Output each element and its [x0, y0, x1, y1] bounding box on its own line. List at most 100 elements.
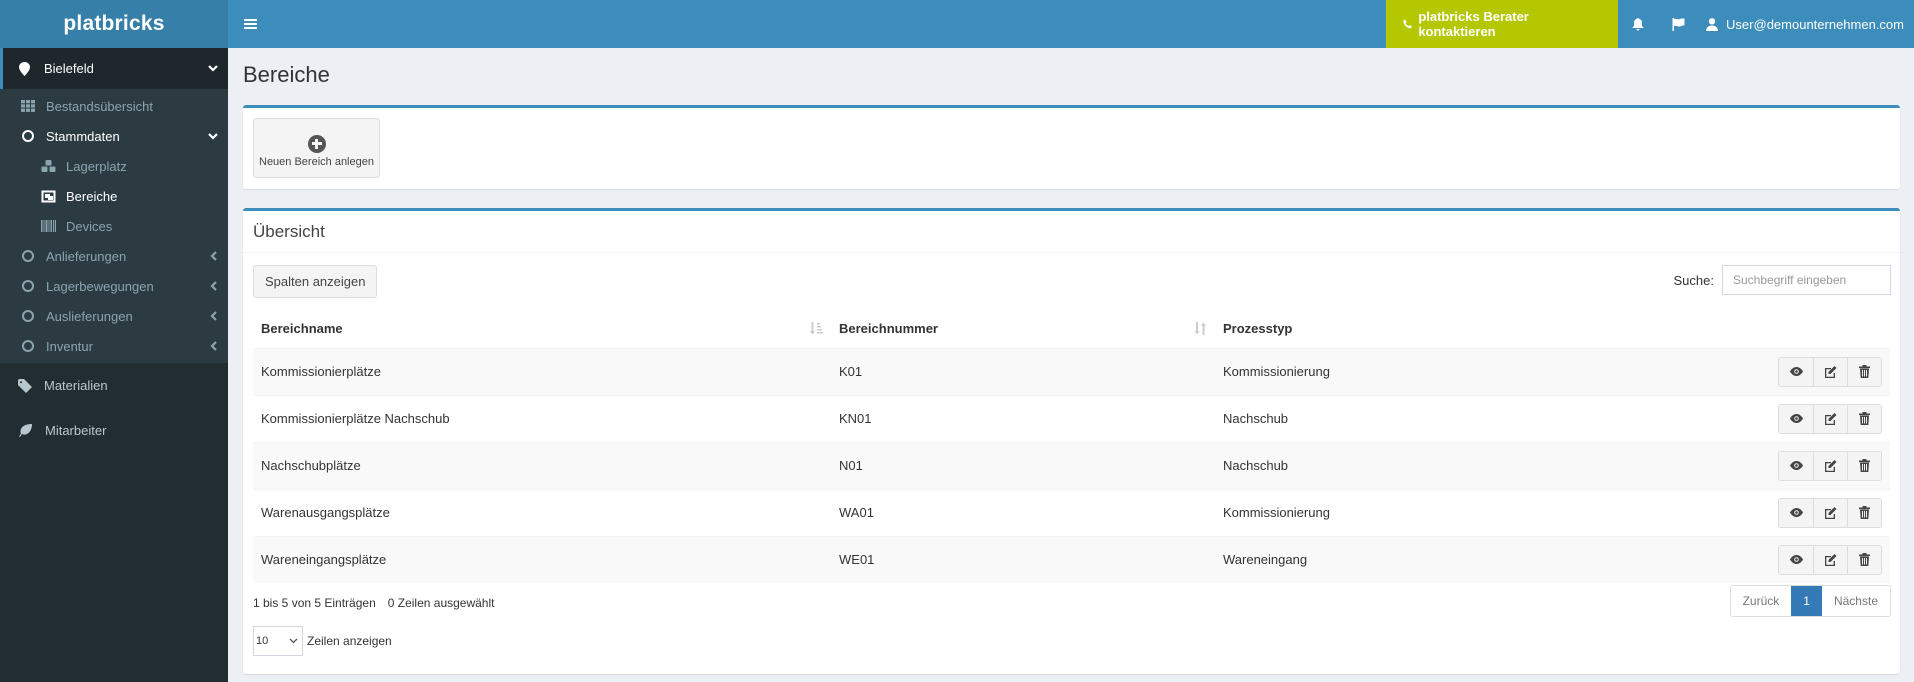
view-button[interactable] [1779, 545, 1813, 574]
sidebar-item-bestandsuebersicht[interactable]: Bestandsübersicht [0, 91, 228, 121]
eye-icon [1789, 555, 1803, 565]
sidebar-toggle-button[interactable] [228, 0, 272, 48]
sidebar-item-auslieferungen[interactable]: Auslieferungen [0, 301, 228, 331]
column-header-prozesstyp[interactable]: Prozesstyp [1215, 310, 1770, 348]
delete-button[interactable] [1847, 404, 1881, 433]
delete-button[interactable] [1847, 357, 1881, 386]
delete-button[interactable] [1847, 451, 1881, 480]
sidebar-item-label: Bereiche [66, 188, 118, 204]
table-row[interactable]: Kommissionierplätze Nachschub KN01 Nachsch… [253, 394, 1890, 442]
chevron-left-icon [198, 311, 228, 321]
edit-button[interactable] [1813, 357, 1847, 386]
notifications-button[interactable] [1618, 0, 1658, 48]
table-row[interactable]: Wareneingangsplätze WE01 Wareneingang [253, 535, 1890, 583]
overview-box: Übersicht Spalten anzeigen Suche: Bereic… [243, 208, 1900, 674]
sidebar-item-bereiche[interactable]: Bereiche [0, 181, 228, 211]
column-header-bereichname[interactable]: Bereichname [253, 310, 831, 348]
eye-icon [1789, 414, 1803, 423]
view-button[interactable] [1779, 404, 1813, 433]
trash-icon [1859, 365, 1870, 378]
table-row[interactable]: Nachschubplätze N01 Nachschub [253, 441, 1890, 489]
cell-prozesstyp: Kommissionierung [1215, 347, 1770, 395]
sidebar-item-stammdaten[interactable]: Stammdaten [0, 121, 228, 151]
sidebar-item-label: Inventur [46, 338, 93, 354]
cell-bereichname: Warenausgangsplätze [253, 488, 831, 536]
sidebar-item-devices[interactable]: Devices [0, 211, 228, 241]
edit-icon [1824, 365, 1837, 378]
actions-box: Neuen Bereich anlegen [243, 105, 1900, 189]
page-length-select[interactable]: 10 [253, 626, 303, 656]
location-submenu: Bestandsübersicht Stammdaten Lagerplatz … [0, 89, 228, 363]
pagination-page-button[interactable]: 1 [1791, 586, 1822, 616]
edit-icon [1824, 459, 1837, 472]
delete-button[interactable] [1847, 498, 1881, 527]
cell-bereichnummer: WE01 [831, 535, 1215, 583]
pagination: Zurück 1 Nächste [1729, 585, 1891, 617]
show-columns-button[interactable]: Spalten anzeigen [253, 265, 378, 298]
edit-button[interactable] [1813, 498, 1847, 527]
table-row[interactable]: Warenausgangsplätze WA01 Kommissionierung [253, 488, 1890, 536]
edit-icon [1824, 553, 1837, 566]
view-button[interactable] [1779, 498, 1813, 527]
view-button[interactable] [1779, 451, 1813, 480]
edit-button[interactable] [1813, 451, 1847, 480]
edit-button[interactable] [1813, 545, 1847, 574]
sidebar-item-lagerbewegungen[interactable]: Lagerbewegungen [0, 271, 228, 301]
user-menu[interactable]: User@demounternehmen.com [1698, 0, 1914, 48]
cell-actions [1770, 488, 1890, 536]
logo[interactable]: platbricks [0, 0, 228, 48]
row-action-group [1778, 450, 1882, 481]
cell-actions [1770, 394, 1890, 442]
page-length-label: Zeilen anzeigen [307, 634, 392, 648]
location-selector[interactable]: Bielefeld [0, 48, 228, 89]
sidebar-item-anlieferungen[interactable]: Anlieferungen [0, 241, 228, 271]
sidebar-item-lagerplatz[interactable]: Lagerplatz [0, 151, 228, 181]
map-marker-icon [19, 61, 30, 76]
sidebar-item-label: Devices [66, 218, 113, 234]
trash-icon [1859, 459, 1870, 472]
overview-title: Übersicht [243, 211, 1900, 253]
sidebar-item-mitarbeiter[interactable]: Mitarbeiter [0, 408, 228, 453]
column-header-actions [1770, 310, 1890, 348]
new-area-button[interactable]: Neuen Bereich anlegen [253, 118, 380, 178]
search-area: Suche: [1674, 265, 1891, 295]
delete-button[interactable] [1847, 545, 1881, 574]
sidebar-item-label: Stammdaten [46, 128, 120, 144]
top-navbar: platbricks platbricks Berater kontaktier… [0, 0, 1914, 48]
search-input[interactable] [1722, 265, 1891, 295]
edit-button[interactable] [1813, 404, 1847, 433]
user-email: User@demounternehmen.com [1726, 16, 1904, 32]
row-action-group [1778, 356, 1882, 387]
cell-prozesstyp: Wareneingang [1215, 535, 1770, 583]
chevron-down-icon [198, 132, 228, 140]
page-length-value: 10 [256, 635, 269, 647]
column-header-bereichnummer[interactable]: Bereichnummer [831, 310, 1215, 348]
cell-actions [1770, 441, 1890, 489]
sidebar-item-inventur[interactable]: Inventur [0, 331, 228, 361]
sidebar-item-materialien[interactable]: Materialien [0, 363, 228, 408]
row-action-group [1778, 497, 1882, 528]
cell-bereichnummer: KN01 [831, 394, 1215, 442]
areas-table: Bereichname Bereichnummer Prozesstyp Kom… [253, 310, 1890, 583]
eye-icon [1789, 367, 1803, 376]
eye-icon [1789, 508, 1803, 517]
pagination-prev-button[interactable]: Zurück [1730, 586, 1792, 616]
sort-icon [1194, 322, 1207, 338]
user-icon [1706, 17, 1719, 31]
cell-bereichname: Nachschubplätze [253, 441, 831, 489]
new-area-label: Neuen Bereich anlegen [259, 155, 374, 168]
table-header-row: Bereichname Bereichnummer Prozesstyp [253, 310, 1890, 348]
hamburger-icon [243, 19, 257, 29]
chevron-left-icon [198, 341, 228, 351]
cell-prozesstyp: Nachschub [1215, 441, 1770, 489]
contact-advisor-label: platbricks Berater kontaktieren [1418, 9, 1529, 39]
cell-actions [1770, 535, 1890, 583]
selected-info: 0 Zeilen ausgewählt [387, 596, 495, 610]
table-row[interactable]: Kommissionierplätze K01 Kommissionierung [253, 347, 1890, 395]
sidebar-item-label: Materialien [44, 378, 108, 393]
flag-button[interactable] [1658, 0, 1698, 48]
circle-icon [20, 280, 36, 292]
pagination-next-button[interactable]: Nächste [1821, 586, 1890, 616]
view-button[interactable] [1779, 357, 1813, 386]
contact-advisor-button[interactable]: platbricks Berater kontaktieren [1386, 0, 1619, 48]
